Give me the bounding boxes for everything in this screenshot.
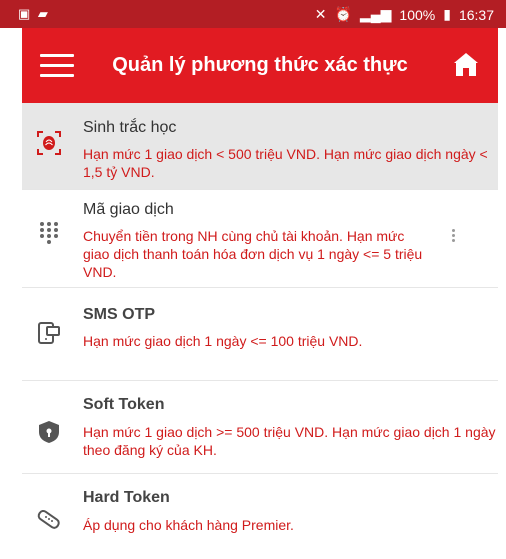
- method-description: Hạn mức giao dịch 1 ngày <= 100 triệu VN…: [83, 333, 363, 349]
- method-description: Hạn mức 1 giao dịch >= 500 triệu VND. Hạ…: [83, 424, 496, 458]
- shield-icon: [39, 421, 59, 443]
- method-title: Soft Token: [83, 396, 165, 413]
- method-title: Hard Token: [83, 489, 170, 506]
- method-title: Mã giao dịch: [83, 201, 174, 218]
- signal-icon: ▂▄▆: [359, 6, 392, 22]
- method-description: Áp dụng cho khách hàng Premier.: [83, 517, 294, 533]
- more-options-button[interactable]: [450, 227, 456, 247]
- list-item-transaction-code[interactable]: Mã giao dịch Chuyển tiền trong NH cùng c…: [22, 190, 498, 288]
- method-description: Hạn mức 1 giao dịch < 500 triệu VND. Hạn…: [83, 146, 488, 180]
- home-icon: [454, 53, 478, 76]
- battery-icon: ▮: [443, 6, 451, 22]
- sms-phone-icon: [38, 322, 60, 344]
- method-title: Sinh trắc học: [83, 119, 177, 136]
- kebab-dot: [451, 229, 455, 232]
- list-item-biometric[interactable]: Sinh trắc học Hạn mức 1 giao dịch < 500 …: [22, 103, 498, 190]
- list-item-sms-otp[interactable]: SMS OTP Hạn mức giao dịch 1 ngày <= 100 …: [22, 288, 498, 381]
- list-item-hard-token[interactable]: Hard Token Áp dụng cho khách hàng Premie…: [22, 474, 498, 559]
- message-icon: ▰: [37, 6, 50, 21]
- page-title: Quản lý phương thức xác thực: [112, 54, 408, 76]
- home-button[interactable]: [452, 50, 480, 78]
- status-right: ✕ ⏰ ▂▄▆ 100% ▮ 16:37: [315, 6, 494, 23]
- battery-percent: 100%: [399, 6, 436, 23]
- status-bar: ▣ ▰ ✕ ⏰ ▂▄▆ 100% ▮ 16:37: [0, 0, 506, 28]
- auth-method-list: Sinh trắc học Hạn mức 1 giao dịch < 500 …: [22, 103, 498, 559]
- kebab-dot: [451, 234, 455, 237]
- clock: 16:37: [458, 6, 494, 23]
- app-bar: Quản lý phương thức xác thực: [22, 28, 498, 103]
- status-left-icons: ▣ ▰: [18, 6, 50, 22]
- method-title: SMS OTP: [83, 306, 156, 323]
- token-device-icon: [37, 509, 60, 529]
- alarm-icon: ⏰: [334, 6, 352, 22]
- list-item-soft-token[interactable]: Soft Token Hạn mức 1 giao dịch >= 500 tr…: [22, 381, 498, 474]
- fingerprint-icon: [37, 131, 61, 155]
- mute-icon: ✕: [314, 6, 327, 22]
- method-description: Chuyển tiền trong NH cùng chủ tài khoản.…: [83, 228, 423, 280]
- notification-icon: ▣: [18, 6, 33, 21]
- kebab-dot: [451, 239, 455, 242]
- keypad-icon: [40, 222, 58, 244]
